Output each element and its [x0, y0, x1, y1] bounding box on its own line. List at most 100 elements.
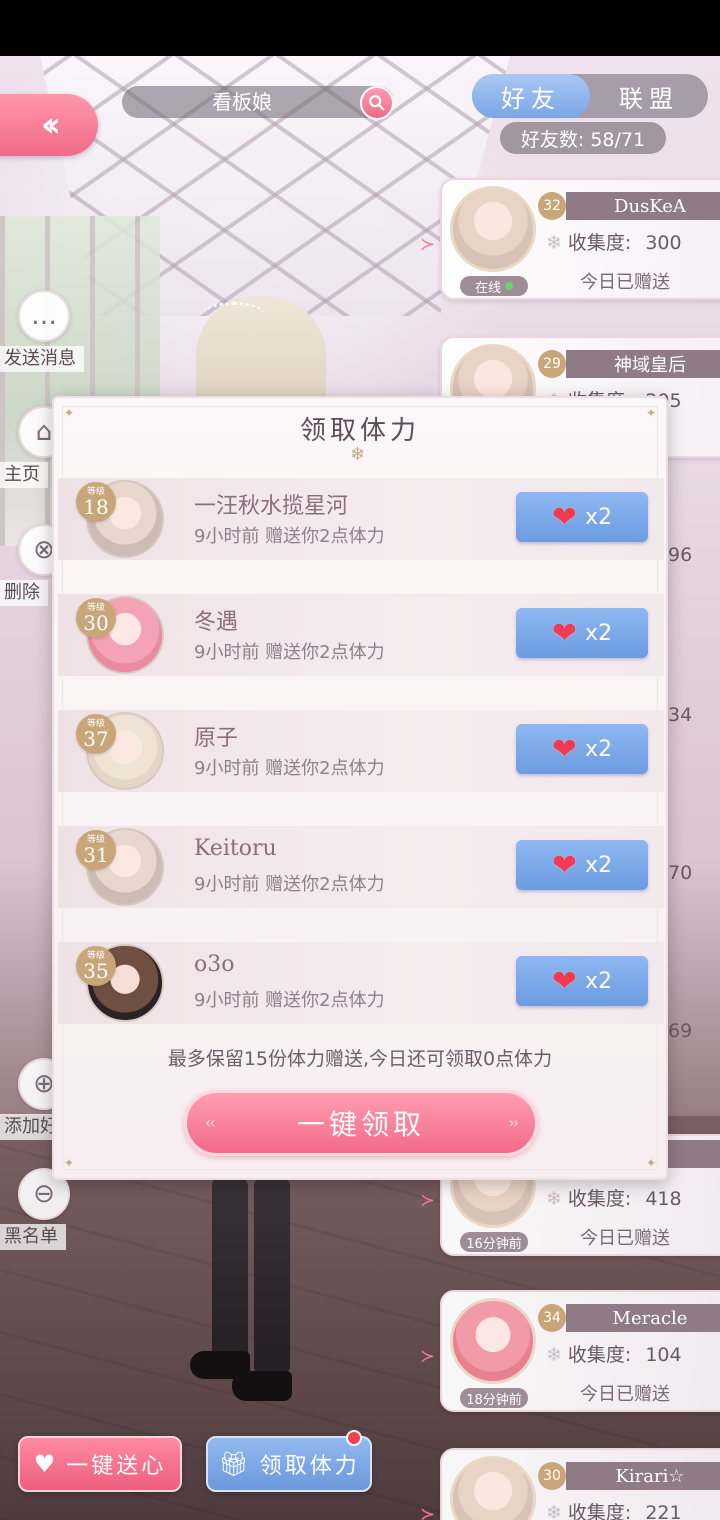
gift-status: 今日已赠送 [580, 1384, 670, 1405]
character-leg-right [254, 1176, 290, 1376]
partial-collect-value: 70 [668, 862, 693, 884]
sender-name: 冬遇 [194, 610, 239, 635]
list-item: 等级 30 冬遇 9小时前 赠送你2点体力 ❤ x2 [58, 594, 664, 676]
list-item: 等级 37 原子 9小时前 赠送你2点体力 ❤ x2 [58, 710, 664, 792]
snowflake-icon: ❄ [546, 1344, 562, 1366]
partial-collect-value: 69 [668, 1020, 693, 1042]
gift-description: 9小时前 赠送你2点体力 [194, 758, 385, 779]
blacklist-action[interactable]: ⊖ 黑名单 [0, 1168, 100, 1258]
tab-friends[interactable]: 好友 [472, 74, 590, 118]
sender-name: 一汪秋水揽星河 [194, 494, 349, 519]
ribbon-icon: ≻ [420, 1504, 436, 1520]
claim-heart-button[interactable]: ❤ x2 [516, 724, 648, 774]
level-badge: 等级 18 [76, 482, 116, 522]
search-input[interactable] [122, 86, 362, 118]
friend-card[interactable]: ≻ 30 Kirari☆ ❄ 收集度: 221 [420, 1448, 720, 1520]
corner-flake-icon: ✦ [64, 1156, 75, 1170]
level-badge: 等级 31 [76, 830, 116, 870]
search-button[interactable] [360, 86, 394, 120]
claim-stamina-button[interactable]: 🎁︎ 领取体力 [206, 1436, 372, 1492]
side-circle: … [18, 290, 70, 342]
heart-send-icon: ♥ [33, 1450, 59, 1478]
gift-description: 9小时前 赠送你2点体力 [194, 526, 385, 547]
heart-icon: ❤ [551, 499, 578, 535]
partial-collect-value: 34 [668, 704, 693, 726]
gift-status: 今日已赠送 [580, 1228, 670, 1249]
avatar [450, 1298, 536, 1384]
back-button[interactable]: ‹‹ [0, 94, 98, 156]
ribbon-icon: ≻ [420, 1346, 436, 1367]
level-badge: 29 [538, 350, 566, 378]
level-badge: 34 [538, 1304, 566, 1332]
sender-name: o3o [194, 952, 235, 977]
button-label: 一键送心 [66, 1454, 167, 1479]
level-badge: 30 [538, 1462, 566, 1490]
status-bar [0, 0, 720, 56]
dialog-title: 领取体力 [299, 416, 420, 446]
heart-icon: ❤ [551, 963, 578, 999]
character-tiara [204, 302, 264, 324]
button-label: 领取体力 [259, 1454, 360, 1479]
last-online-status: 18分钟前 [460, 1388, 528, 1408]
gift-description: 9小时前 赠送你2点体力 [194, 874, 385, 895]
chevron-left-icon: ‹‹ [205, 1113, 216, 1132]
claim-heart-button[interactable]: ❤ x2 [516, 492, 648, 542]
avatar [450, 186, 536, 272]
claim-all-button[interactable]: ‹‹ 一键领取 ›› [184, 1090, 538, 1156]
collection-stat: ❄ 收集度: 221 [546, 1498, 682, 1520]
claim-heart-button[interactable]: ❤ x2 [516, 608, 648, 658]
side-action-label: 删除 [0, 580, 48, 606]
online-dot-icon [505, 282, 513, 290]
claim-stamina-dialog: ✦ ✦ ✦ ✦ 领取体力 ❄ 等级 18 一汪秋水揽星河 9小时前 赠送你2点体力… [52, 396, 668, 1180]
corner-flake-icon: ✦ [645, 1156, 656, 1170]
snowflake-icon: ❄ [546, 1188, 562, 1210]
block-icon: ⊖ [33, 1179, 55, 1209]
level-badge: 等级 35 [76, 946, 116, 986]
stamina-limit-note: 最多保留15份体力赠送,今日还可领取0点体力 [167, 1048, 553, 1070]
title-snowflake-icon: ❄ [350, 444, 366, 465]
claim-heart-button[interactable]: ❤ x2 [516, 840, 648, 890]
heart-icon: ❤ [551, 615, 578, 651]
friend-alliance-tabs: 好友 联盟 [472, 74, 708, 118]
list-item: 等级 18 一汪秋水揽星河 9小时前 赠送你2点体力 ❤ x2 [58, 478, 664, 560]
gift-icon: 🎁︎ [218, 1450, 252, 1478]
button-label: 一键领取 [296, 1108, 425, 1141]
heart-icon: ❤ [551, 731, 578, 767]
chevron-right-icon: ›› [508, 1113, 519, 1132]
snowflake-icon: ❄ [546, 232, 562, 254]
avatar [450, 1456, 536, 1520]
collection-stat: ❄ 收集度: 300 [546, 232, 682, 254]
send-message-action[interactable]: … 发送消息 [0, 290, 100, 380]
heart-icon: ❤ [551, 847, 578, 883]
friend-name: Meracle [566, 1304, 720, 1332]
send-all-hearts-button[interactable]: ♥ 一键送心 [18, 1436, 182, 1492]
level-badge: 等级 30 [76, 598, 116, 638]
claim-heart-button[interactable]: ❤ x2 [516, 956, 648, 1006]
list-item: 等级 35 o3o 9小时前 赠送你2点体力 ❤ x2 [58, 942, 664, 1024]
tab-alliance[interactable]: 联盟 [590, 74, 708, 118]
friend-card[interactable]: ≻ 34 Meracle ❄ 收集度: 104 今日已赠送 18分钟前 [420, 1290, 720, 1412]
level-badge: 32 [538, 192, 566, 220]
home-icon: ⌂ [35, 417, 53, 447]
sender-name: 原子 [194, 726, 239, 751]
character-leg-left [212, 1176, 248, 1376]
search-bar [122, 86, 394, 120]
side-action-label: 发送消息 [0, 346, 84, 372]
friend-card[interactable]: ≻ 32 DusKeA ❄ 收集度: 300 今日已赠送 在线 [420, 178, 720, 300]
friend-name: DusKeA [566, 192, 720, 220]
partial-collect-value: 96 [668, 544, 693, 566]
back-arrow-icon: ‹‹ [40, 105, 61, 145]
character-shoe-right [232, 1371, 292, 1401]
gift-description: 9小时前 赠送你2点体力 [194, 990, 385, 1011]
friend-count: 好友数: 58/71 [500, 122, 666, 154]
last-online-status: 16分钟前 [460, 1232, 528, 1252]
message-icon: … [31, 301, 57, 331]
collection-stat: ❄ 收集度: 418 [546, 1188, 682, 1210]
snowflake-icon: ❄ [546, 1502, 562, 1520]
search-icon [369, 95, 385, 111]
ribbon-icon: ≻ [420, 1190, 436, 1211]
collection-stat: ❄ 收集度: 104 [546, 1344, 682, 1366]
gift-status: 今日已赠送 [580, 272, 670, 293]
side-action-label: 主页 [0, 462, 48, 488]
friend-name: 神域皇后 [566, 350, 720, 378]
